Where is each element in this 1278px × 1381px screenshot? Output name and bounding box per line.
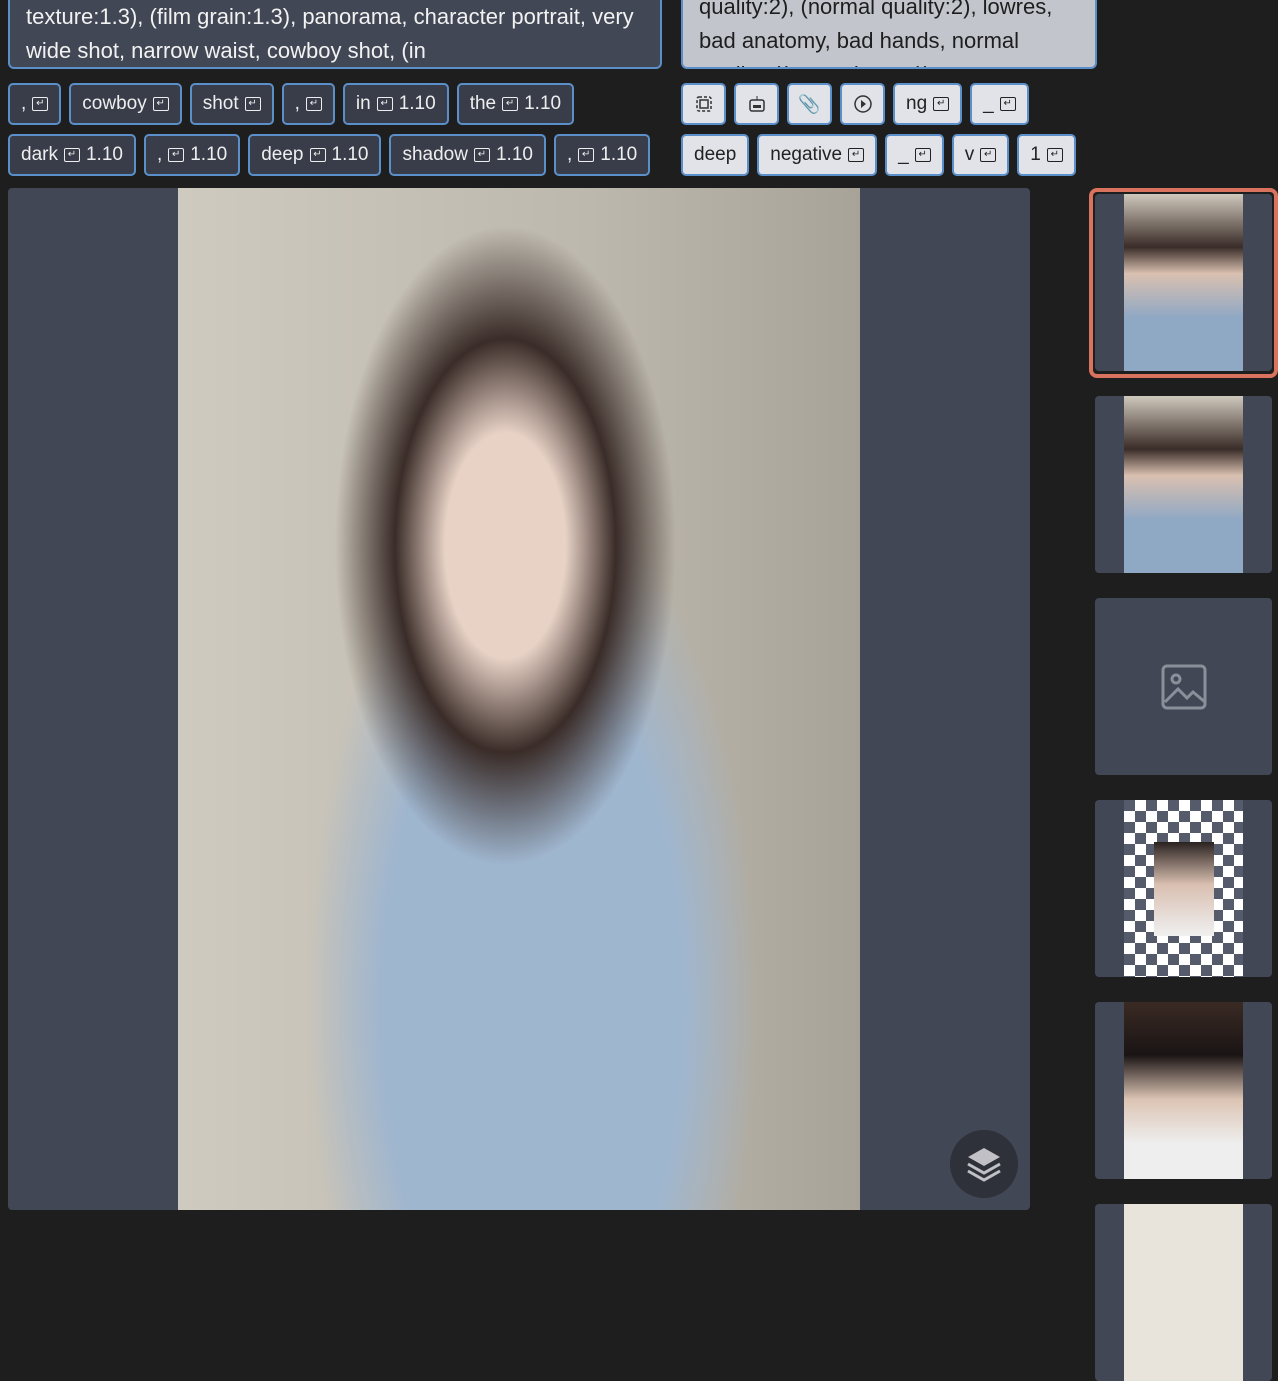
prompt-tag[interactable]: _ ↵: [885, 134, 944, 176]
enter-icon[interactable]: ↵: [309, 148, 326, 162]
enter-icon[interactable]: ↵: [376, 97, 393, 111]
play-icon: [853, 95, 872, 113]
tag-label: 1: [1030, 144, 1041, 165]
tag-label: v: [964, 144, 975, 165]
prompt-tag[interactable]: ng ↵: [893, 83, 963, 125]
tag-label: cowboy: [82, 93, 147, 114]
prompt-tag[interactable]: shadow ↵ 1.10: [389, 134, 546, 176]
enter-icon[interactable]: ↵: [848, 148, 865, 162]
tag-label: the: [469, 93, 497, 114]
enter-icon[interactable]: ↵: [999, 97, 1016, 111]
generated-image[interactable]: [178, 188, 860, 1210]
enter-icon[interactable]: ↵: [305, 97, 322, 111]
prompt-tag[interactable]: deep: [681, 134, 750, 176]
prompt-tag[interactable]: _ ↵: [970, 83, 1029, 125]
tag-label: ,: [294, 93, 300, 114]
enter-icon[interactable]: ↵: [244, 97, 261, 111]
prompt-tag[interactable]: , ↵: [8, 83, 62, 125]
enter-icon[interactable]: ↵: [933, 97, 950, 111]
enter-icon[interactable]: ↵: [578, 148, 595, 162]
tag-label: deep: [694, 144, 737, 165]
enter-icon[interactable]: ↵: [1046, 148, 1063, 162]
tag-label: ,: [21, 93, 27, 114]
prompt-tag[interactable]: cowboy ↵: [69, 83, 182, 125]
tag-weight: 1.10: [331, 144, 369, 165]
tag-label: shot: [202, 93, 239, 114]
tag-label: negative: [770, 144, 843, 165]
image-preview: [8, 188, 1030, 1210]
tag-weight: 1.10: [398, 93, 436, 114]
prompt-tag[interactable]: , ↵ 1.10: [143, 134, 241, 176]
gallery-thumbnail[interactable]: [1095, 1002, 1272, 1179]
tag-label: in: [355, 93, 371, 114]
tag-label: ,: [156, 144, 163, 165]
enter-icon[interactable]: ↵: [152, 97, 169, 111]
enter-icon[interactable]: ↵: [980, 148, 997, 162]
image-placeholder-icon: [1161, 664, 1206, 709]
robot-button[interactable]: [734, 83, 779, 125]
prompt-tag[interactable]: in ↵ 1.10: [342, 83, 449, 125]
tag-weight: 1.10: [495, 144, 533, 165]
prompt-tag[interactable]: , ↵: [281, 83, 335, 125]
tag-weight: 1.10: [190, 144, 228, 165]
robot-icon: [748, 96, 765, 112]
prompt-tag[interactable]: 1 ↵: [1017, 134, 1076, 176]
gallery-thumbnail-empty[interactable]: [1095, 598, 1272, 775]
enter-icon[interactable]: ↵: [473, 148, 490, 162]
prompt-tag[interactable]: shot ↵: [189, 83, 274, 125]
layers-button[interactable]: [950, 1130, 1018, 1198]
gallery-thumbnail[interactable]: [1095, 194, 1272, 371]
layers-icon: [967, 1148, 1001, 1182]
tag-label: ,: [566, 144, 573, 165]
enter-icon[interactable]: ↵: [32, 97, 49, 111]
enter-icon[interactable]: ↵: [63, 148, 80, 162]
paperclip-icon: 📎: [798, 93, 821, 114]
tag-weight: 1.10: [524, 93, 562, 114]
positive-prompt-textarea[interactable]: texture:1.3), (film grain:1.3), panorama…: [8, 0, 662, 69]
tag-label: _: [983, 93, 994, 114]
select-tool-button[interactable]: [681, 83, 726, 125]
play-button[interactable]: [840, 83, 885, 125]
tag-label: shadow: [402, 144, 468, 165]
prompt-tag[interactable]: dark ↵ 1.10: [8, 134, 136, 176]
tag-label: dark: [21, 144, 58, 165]
gallery-thumbnail[interactable]: [1095, 1204, 1272, 1381]
prompt-tag[interactable]: deep ↵ 1.10: [248, 134, 382, 176]
attach-button[interactable]: 📎: [787, 83, 832, 125]
tag-label: deep: [261, 144, 304, 165]
prompt-tag[interactable]: the ↵ 1.10: [456, 83, 575, 125]
gallery-thumbnail[interactable]: [1095, 800, 1272, 977]
tag-label: _: [898, 144, 909, 165]
enter-icon[interactable]: ↵: [168, 148, 185, 162]
enter-icon[interactable]: ↵: [914, 148, 931, 162]
tag-weight: 1.10: [600, 144, 638, 165]
gallery-thumbnail[interactable]: [1095, 396, 1272, 573]
positive-tags-row-1: , ↵ cowboy ↵ shot ↵, ↵ in ↵ 1.10 the ↵ 1.10: [8, 83, 575, 125]
tag-weight: 1.10: [85, 144, 123, 165]
negative-prompt-textarea[interactable]: quality:2), (normal quality:2), lowres, …: [681, 0, 1097, 69]
tag-label: ng: [906, 93, 928, 114]
negative-tags-row-1: 📎 ng ↵ _ ↵: [681, 83, 1029, 125]
prompt-tag[interactable]: negative ↵: [757, 134, 878, 176]
select-icon: [695, 96, 712, 112]
negative-tags-row-2: deep negative ↵ _ ↵ v ↵ 1 ↵: [681, 134, 1076, 176]
prompt-tag[interactable]: , ↵ 1.10: [553, 134, 651, 176]
enter-icon[interactable]: ↵: [502, 97, 519, 111]
positive-tags-row-2: dark ↵ 1.10, ↵ 1.10 deep ↵ 1.10 shadow ↵ 1.10, ↵ 1.1…: [8, 134, 651, 176]
prompt-tag[interactable]: v ↵: [951, 134, 1010, 176]
